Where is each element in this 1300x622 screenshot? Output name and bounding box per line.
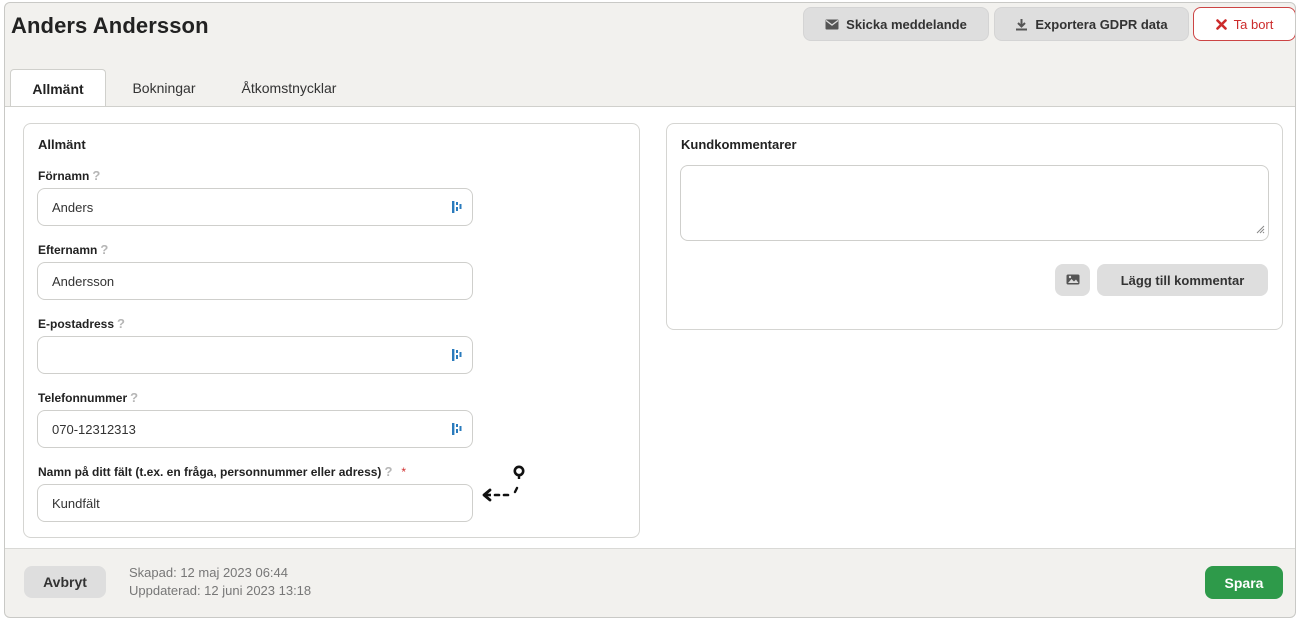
- tab-general[interactable]: Allmänt: [10, 69, 106, 108]
- email-label-text: E-postadress: [38, 316, 115, 331]
- last-name-label: Efternamn ?: [38, 242, 108, 257]
- help-icon[interactable]: ?: [100, 242, 108, 257]
- phone-value: 070-12312313: [52, 421, 136, 437]
- custom-field-input[interactable]: Kundfält: [37, 484, 473, 522]
- send-message-button[interactable]: Skicka meddelande: [803, 7, 989, 41]
- envelope-icon: [825, 19, 839, 30]
- page-title: Anders Andersson: [11, 13, 209, 38]
- created-timestamp: Skapad: 12 maj 2023 06:44: [129, 565, 289, 580]
- password-manager-icon[interactable]: [452, 200, 462, 217]
- updated-timestamp: Uppdaterad: 12 juni 2023 13:18: [129, 583, 312, 598]
- first-name-value: Anders: [52, 199, 94, 215]
- save-button[interactable]: Spara: [1205, 566, 1283, 599]
- help-icon[interactable]: ?: [117, 316, 125, 331]
- close-icon: [1215, 18, 1227, 30]
- help-icon[interactable]: ?: [130, 390, 138, 405]
- customer-editor: Anders Andersson Skicka meddelande Expor…: [4, 2, 1296, 618]
- first-name-label-text: Förnamn: [38, 168, 90, 183]
- phone-label: Telefonnummer ?: [38, 390, 138, 405]
- tab-content: Allmänt Förnamn ? Anders Efternamn ? And…: [5, 106, 1295, 549]
- last-name-label-text: Efternamn: [38, 242, 98, 257]
- phone-label-text: Telefonnummer: [38, 390, 128, 405]
- image-icon: [1066, 273, 1080, 288]
- help-icon[interactable]: ?: [384, 464, 392, 479]
- add-comment-button[interactable]: Lägg till kommentar: [1097, 264, 1268, 296]
- last-name-value: Andersson: [52, 273, 115, 289]
- general-title: Allmänt: [38, 137, 86, 152]
- comment-textarea[interactable]: [680, 165, 1269, 241]
- download-icon: [1015, 18, 1028, 31]
- tab-bookings[interactable]: Bokningar: [112, 69, 216, 107]
- tab-bar: Allmänt Bokningar Åtkomstnycklar: [5, 69, 1295, 108]
- general-card: Allmänt Förnamn ? Anders Efternamn ? And…: [23, 123, 640, 538]
- custom-field-label: Namn på ditt fält (t.ex. en fråga, perso…: [38, 464, 406, 479]
- send-message-label: Skicka meddelande: [846, 16, 967, 32]
- custom-field-label-text: Namn på ditt fält (t.ex. en fråga, perso…: [38, 464, 382, 479]
- last-name-field[interactable]: Andersson: [37, 262, 473, 300]
- phone-field[interactable]: 070-12312313: [37, 410, 473, 448]
- required-marker: *: [401, 464, 407, 479]
- comments-title: Kundkommentarer: [681, 137, 797, 152]
- export-gdpr-button[interactable]: Exportera GDPR data: [994, 7, 1189, 41]
- cursor-icon: [475, 465, 535, 512]
- password-manager-icon[interactable]: [452, 348, 462, 365]
- resize-grip-icon[interactable]: [1255, 222, 1265, 237]
- export-gdpr-label: Exportera GDPR data: [1035, 16, 1168, 32]
- help-icon[interactable]: ?: [92, 168, 100, 183]
- first-name-label: Förnamn ?: [38, 168, 100, 183]
- image-button[interactable]: [1055, 264, 1090, 296]
- password-manager-icon[interactable]: [452, 422, 462, 439]
- tab-access-keys[interactable]: Åtkomstnycklar: [223, 69, 355, 107]
- custom-field-value: Kundfält: [52, 495, 100, 511]
- cancel-button[interactable]: Avbryt: [24, 566, 106, 598]
- delete-label: Ta bort: [1233, 16, 1274, 32]
- email-field[interactable]: [37, 336, 473, 374]
- comments-card: Kundkommentarer Lägg till kommentar: [666, 123, 1283, 330]
- email-label: E-postadress ?: [38, 316, 125, 331]
- delete-button[interactable]: Ta bort: [1193, 7, 1295, 41]
- first-name-field[interactable]: Anders: [37, 188, 473, 226]
